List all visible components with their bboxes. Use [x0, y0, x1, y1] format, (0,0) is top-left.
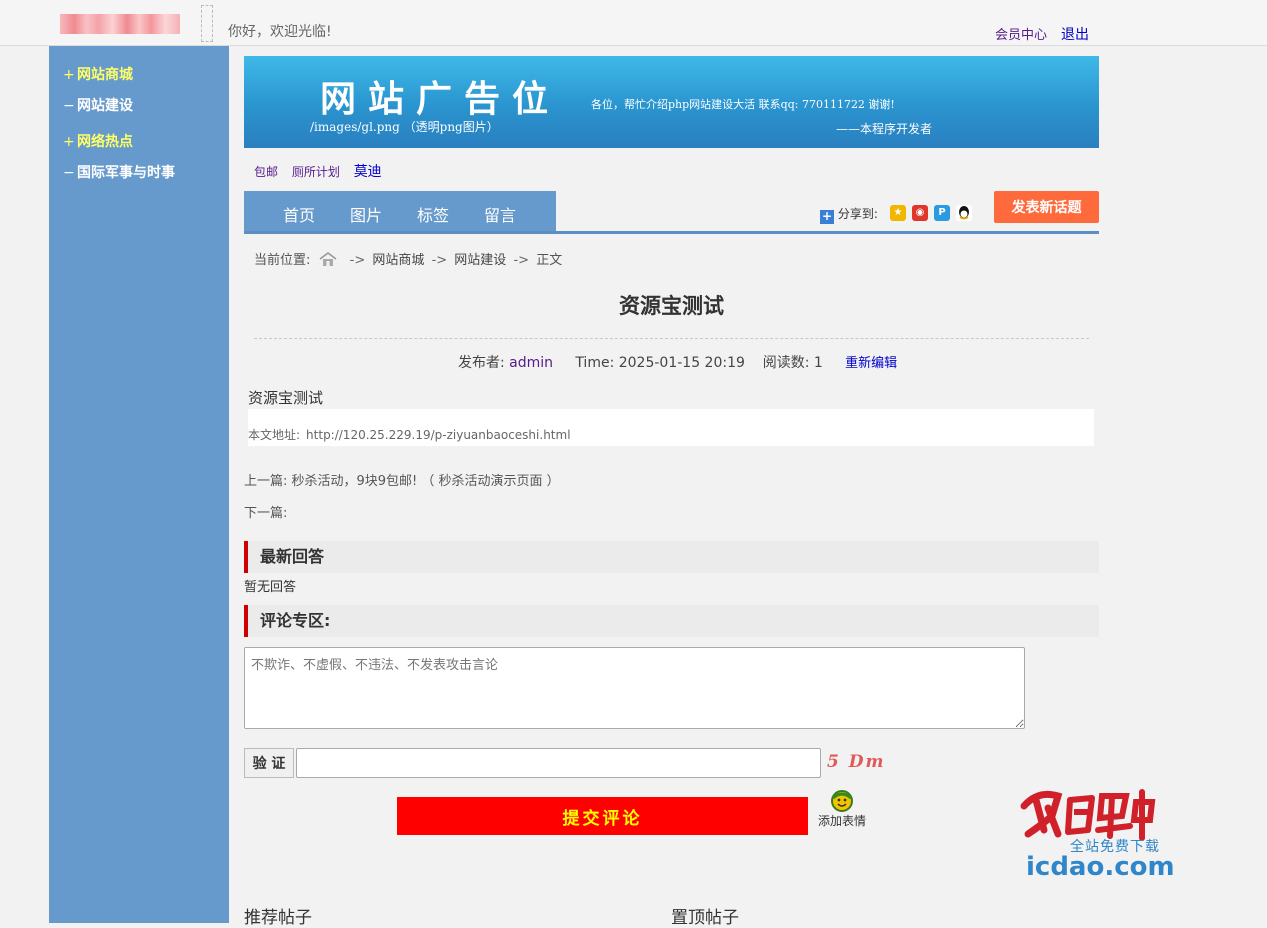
article-address-box: 本文地址: http://120.25.229.19/p-ziyuanbaoces… — [248, 409, 1094, 446]
next-article-link: 下一篇: — [244, 506, 288, 521]
share-plus-icon[interactable]: + — [820, 210, 834, 224]
quick-link[interactable]: 厕所计划 — [292, 165, 340, 179]
welcome-text: 你好，欢迎光临! — [228, 24, 332, 40]
recommended-posts-heading: 推荐帖子 — [244, 908, 312, 928]
breadcrumb-item[interactable]: 网站建设 — [454, 253, 506, 268]
author-name[interactable]: admin — [509, 355, 553, 371]
weibo-share-icon[interactable]: ◉ — [912, 205, 928, 221]
expand-icon: + — [63, 67, 75, 83]
comment-textarea[interactable] — [244, 647, 1025, 729]
quick-link[interactable]: 包邮 — [254, 165, 278, 179]
article-meta: 发布者: admin Time: 2025-01-15 20:19 阅读数: 1… — [458, 352, 897, 372]
banner-path: /images/gl.png （透明png图片） — [310, 120, 499, 134]
view-count: 阅读数: 1 — [762, 355, 823, 371]
ad-banner[interactable]: 网站广告位 /images/gl.png （透明png图片） 各位，帮忙介绍ph… — [244, 56, 1099, 148]
post-new-topic-button[interactable]: 发表新话题 — [994, 191, 1099, 223]
article-title: 资源宝测试 — [619, 294, 724, 318]
nav-tags[interactable]: 标签 — [417, 202, 449, 226]
breadcrumb-separator: -> — [513, 253, 530, 268]
nav-images[interactable]: 图片 — [350, 202, 382, 226]
sidebar-item-military-news[interactable]: − 国际军事与时事 — [63, 162, 175, 182]
qq-share-icon[interactable] — [956, 205, 972, 221]
pinned-posts-heading: 置顶帖子 — [671, 908, 739, 928]
article-address: 本文地址: http://120.25.229.19/p-ziyuanbaoces… — [248, 426, 571, 443]
share-bar[interactable]: + 分享到: — [820, 205, 878, 224]
breadcrumb-item[interactable]: 网站商城 — [372, 253, 424, 268]
address-label: 本文地址: — [248, 428, 301, 442]
captcha-input[interactable] — [296, 748, 821, 778]
banner-signature: ——本程序开发者 — [836, 122, 933, 136]
nav-home[interactable]: 首页 — [283, 202, 315, 226]
breadcrumb-prefix: 当前位置: — [254, 253, 311, 268]
breadcrumb-separator: -> — [349, 253, 366, 268]
no-replies-text: 暂无回答 — [244, 580, 297, 595]
expand-icon: + — [63, 134, 75, 150]
collapse-icon: − — [63, 98, 75, 114]
tencent-weibo-share-icon[interactable]: P — [934, 205, 950, 221]
prev-article-link[interactable]: 上一篇: 秒杀活动，9块9包邮! （ 秒杀活动演示页面 ） — [244, 470, 560, 489]
latest-replies-heading: 最新回答 — [244, 541, 1099, 573]
banner-title: 网站广告位 — [320, 78, 561, 120]
watermark-site: icdao.com — [1026, 852, 1175, 882]
author-label: 发布者: — [458, 355, 505, 371]
breadcrumb: 当前位置: -> 网站商城 -> 网站建设 -> 正文 — [254, 249, 562, 270]
home-icon[interactable] — [319, 252, 337, 270]
top-bar: 你好，欢迎光临! 会员中心 退出 — [0, 0, 1267, 46]
article-content: 资源宝测试 — [248, 389, 324, 407]
breadcrumb-separator: -> — [431, 253, 448, 268]
quick-link[interactable]: 莫迪 — [354, 164, 382, 180]
verify-button[interactable]: 验 证 — [244, 748, 294, 778]
logout-link[interactable]: 退出 — [1061, 24, 1089, 44]
submit-comment-button[interactable]: 提交评论 — [397, 797, 808, 835]
re-edit-link[interactable]: 重新编辑 — [845, 356, 897, 371]
logo-separator — [201, 5, 213, 42]
banner-message: 各位，帮忙介绍php网站建设大活 联系qq: 770111722 谢谢! — [591, 98, 895, 111]
sidebar-item-label: 网站商城 — [77, 67, 133, 83]
divider — [254, 338, 1089, 339]
nav-underline — [244, 231, 1099, 234]
sidebar-item-label: 国际军事与时事 — [77, 165, 175, 181]
address-url[interactable]: http://120.25.229.19/p-ziyuanbaoceshi.ht… — [306, 428, 570, 442]
nav-messages[interactable]: 留言 — [484, 202, 516, 226]
breadcrumb-current: 正文 — [536, 253, 563, 268]
member-center-link[interactable]: 会员中心 — [995, 24, 1047, 43]
publish-time: Time: 2025-01-15 20:19 — [575, 355, 745, 371]
main-nav: 首页 图片 标签 留言 — [244, 191, 556, 231]
captcha-image[interactable]: 5 Dm — [827, 752, 885, 772]
qzone-share-icon[interactable]: ★ — [890, 205, 906, 221]
sidebar-item-shop[interactable]: + 网站商城 — [63, 64, 133, 84]
add-emoji-label[interactable]: 添加表情 — [818, 812, 866, 829]
collapse-icon: − — [63, 165, 75, 181]
sidebar-item-label: 网站建设 — [77, 98, 133, 114]
sidebar-item-hot-topics[interactable]: + 网络热点 — [63, 131, 133, 151]
sidebar-item-web-building[interactable]: − 网站建设 — [63, 95, 133, 115]
comment-section-heading: 评论专区: — [244, 605, 1099, 637]
sidebar: + 网站商城 − 网站建设 + 网络热点 − 国际军事与时事 — [49, 46, 229, 923]
quick-links: 包邮 厕所计划 莫迪 — [254, 161, 392, 181]
site-logo[interactable] — [60, 14, 180, 34]
share-label: 分享到: — [837, 207, 878, 221]
sidebar-item-label: 网络热点 — [77, 134, 133, 150]
